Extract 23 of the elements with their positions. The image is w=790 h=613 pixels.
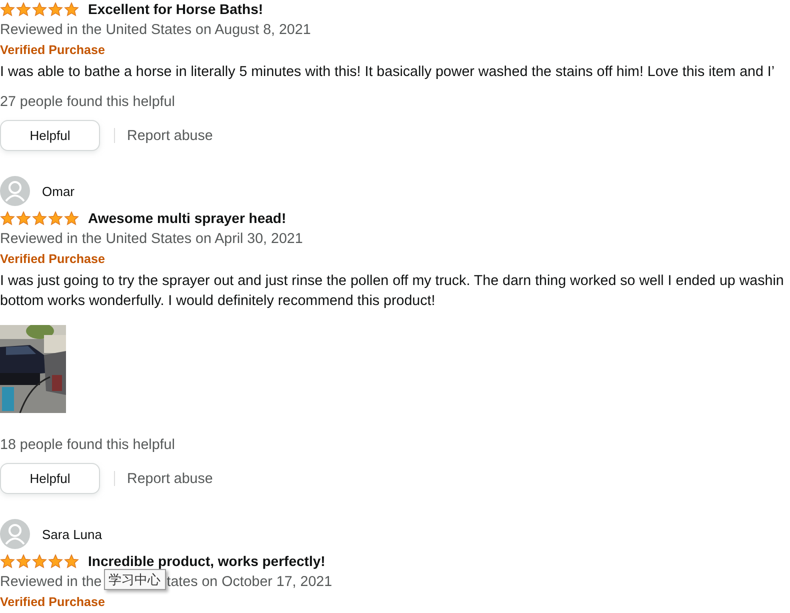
review-date: Reviewed in the United States on April 30, 2021 [0, 230, 303, 249]
review-date: Reviewed in the [0, 573, 102, 592]
helpful-count: 18 people found this helpful [0, 436, 176, 455]
avatar-icon [0, 519, 30, 549]
avatar-icon [0, 176, 30, 206]
report-abuse-link[interactable]: Report abuse [127, 128, 213, 144]
helpful-count: 27 people found this helpful [0, 93, 176, 112]
review-date: Reviewed in the United States on August 8, 2021 [0, 21, 311, 40]
tooltip: 学习中心 [104, 568, 166, 590]
review-date: tates on October 17, 2021 [166, 573, 332, 592]
report-abuse-link[interactable]: Report abuse [127, 470, 213, 486]
review-title[interactable]: Incredible product, works perfectly! [88, 553, 326, 569]
helpful-button[interactable]: Helpful [0, 120, 100, 151]
review-title[interactable]: Awesome multi sprayer head! [88, 210, 286, 226]
reviewer-name: Sara Luna [42, 526, 102, 542]
review-title[interactable]: Excellent for Horse Baths! [88, 1, 264, 17]
review-text: I was just going to try the sprayer out and just rinse the pollen off my truck. The darn thing worked so well I ended up washin bottom works wonderfully. I would definitely recommend this product! [0, 272, 785, 311]
reviewer-name: Omar [42, 184, 74, 198]
helpful-button[interactable]: Helpful [0, 463, 100, 494]
verified-purchase-label: Verified Purchase [0, 594, 106, 611]
verified-purchase-label: Verified Purchase [0, 42, 106, 59]
review-text: I was able to bathe a horse in literally 5 minutes with this! It basically power washed the stains off him! Love this item and I’ [0, 63, 776, 82]
verified-purchase-label: Verified Purchase [0, 251, 106, 268]
